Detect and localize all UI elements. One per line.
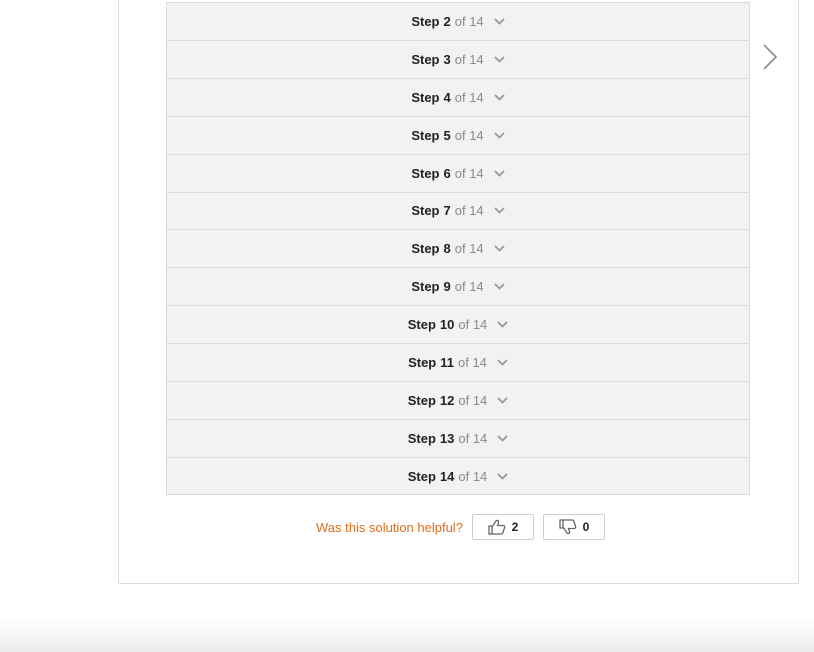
step-number: 11 [440, 355, 454, 371]
step-total: of 14 [454, 165, 484, 181]
chevron-down-icon [497, 397, 508, 404]
step-total: of 14 [454, 51, 484, 67]
steps-list: Step 2 of 14 Step 3 of 14 Step 4 of 14 S… [166, 2, 750, 495]
step-number: 5 [443, 127, 451, 143]
chevron-down-icon [494, 207, 505, 215]
page-footer-shadow [0, 618, 814, 652]
chevron-down-icon [494, 94, 505, 101]
chevron-down-icon [497, 359, 508, 366]
thumbs-down-button[interactable]: 0 [542, 514, 605, 540]
step-number: 4 [443, 89, 451, 105]
step-row[interactable]: Step 12 of 14 [167, 381, 749, 419]
chevron-down-icon [494, 245, 505, 253]
step-number: 6 [443, 165, 451, 181]
step-number: 10 [439, 317, 455, 333]
step-total: of 14 [458, 393, 488, 409]
step-label: Step [408, 355, 437, 371]
chevron-down-icon [494, 283, 505, 291]
step-row[interactable]: Step 6 of 14 [167, 153, 749, 192]
step-row[interactable]: Step 4 of 14 [167, 77, 749, 116]
step-total: of 14 [454, 127, 484, 143]
step-row[interactable]: Step 9 of 14 [167, 267, 749, 305]
chevron-right-icon [762, 43, 778, 76]
step-total: of 14 [454, 13, 484, 29]
step-label: Step [411, 89, 440, 105]
thumbs-up-button[interactable]: 2 [471, 514, 534, 540]
thumbs-up-count: 2 [511, 520, 519, 534]
step-number: 12 [439, 393, 455, 409]
step-total: of 14 [454, 203, 484, 219]
step-row[interactable]: Step 3 of 14 [167, 39, 749, 78]
feedback-bar: Was this solution helpful? 2 0 [316, 514, 614, 540]
step-total: of 14 [454, 279, 484, 295]
step-total: of 14 [458, 317, 488, 333]
chevron-down-icon [494, 56, 505, 63]
step-label: Step [411, 127, 440, 143]
step-label: Step [411, 279, 440, 295]
step-label: Step [411, 165, 440, 181]
chevron-down-icon [494, 132, 505, 139]
chevron-down-icon [494, 18, 505, 25]
feedback-question: Was this solution helpful? [316, 519, 463, 535]
step-row[interactable]: Step 2 of 14 [167, 2, 749, 40]
chevron-down-icon [497, 435, 508, 442]
step-total: of 14 [454, 89, 484, 105]
step-row[interactable]: Step 7 of 14 [167, 191, 749, 230]
step-label: Step [411, 203, 440, 219]
step-number: 3 [443, 51, 451, 67]
step-label: Step [407, 393, 436, 409]
next-arrow-button[interactable] [760, 43, 780, 76]
step-row[interactable]: Step 14 of 14 [167, 456, 749, 495]
step-total: of 14 [458, 468, 488, 484]
step-row[interactable]: Step 13 of 14 [167, 418, 749, 457]
step-number: 7 [443, 203, 451, 219]
step-number: 8 [443, 241, 451, 257]
thumbs-down-count: 0 [582, 520, 590, 534]
step-label: Step [407, 430, 436, 446]
step-label: Step [407, 317, 436, 333]
thumbs-up-icon [487, 519, 506, 535]
step-number: 14 [439, 468, 455, 484]
step-number: 13 [439, 430, 455, 446]
step-row[interactable]: Step 11 of 14 [167, 343, 749, 381]
step-row[interactable]: Step 5 of 14 [167, 115, 749, 154]
chevron-down-icon [497, 473, 508, 480]
step-row[interactable]: Step 8 of 14 [167, 229, 749, 267]
thumbs-down-icon [558, 519, 577, 535]
step-total: of 14 [454, 241, 484, 257]
chevron-down-icon [494, 169, 505, 177]
step-total: of 14 [458, 430, 488, 446]
step-label: Step [411, 13, 440, 29]
step-total: of 14 [458, 355, 487, 371]
step-row[interactable]: Step 10 of 14 [167, 305, 749, 343]
step-label: Step [411, 241, 440, 257]
step-number: 2 [443, 13, 451, 29]
step-number: 9 [443, 279, 451, 295]
step-label: Step [407, 468, 436, 484]
step-label: Step [411, 51, 440, 67]
chevron-down-icon [497, 321, 508, 328]
